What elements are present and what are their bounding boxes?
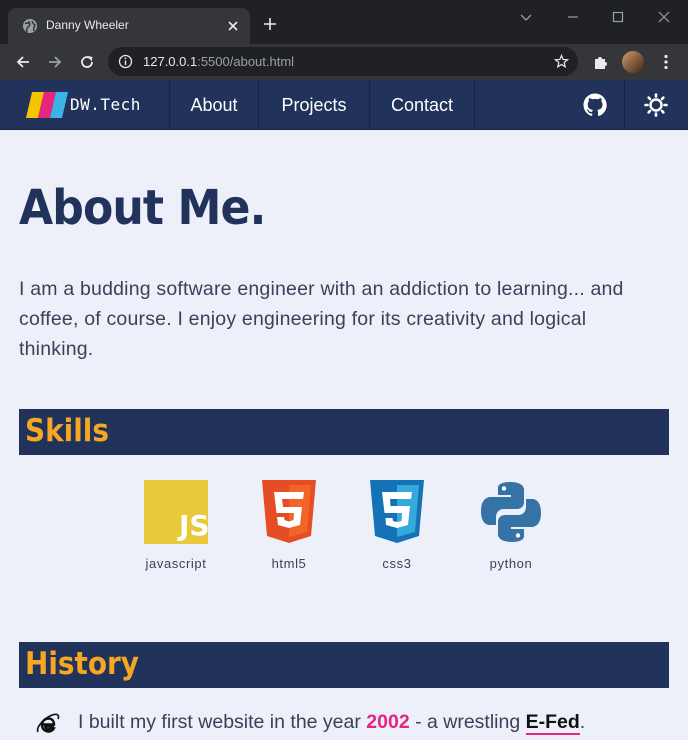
history-text: I built my first website in the year 200… <box>78 711 586 735</box>
skill-css3: css3 <box>342 480 452 580</box>
github-icon <box>583 93 607 117</box>
history-text-before: I built my first website in the year <box>78 711 367 733</box>
nav-link-projects[interactable]: Projects <box>259 80 370 130</box>
skill-label: python <box>489 556 533 571</box>
address-bar[interactable]: 127.0.0.1:5500/about.html <box>108 47 578 76</box>
sun-icon <box>644 93 668 117</box>
history-text-after: . <box>579 711 586 733</box>
html5-icon <box>262 480 316 543</box>
extensions-puzzle-icon[interactable] <box>592 53 610 71</box>
skill-html5: html5 <box>234 480 344 580</box>
python-icon <box>481 482 541 542</box>
browser-toolbar: 127.0.0.1:5500/about.html <box>0 44 688 80</box>
skills-section-header: Skills <box>19 409 669 455</box>
site-nav: DW.Tech About Projects Contact <box>0 80 688 130</box>
css3-icon <box>370 480 424 543</box>
url-text: 127.0.0.1:5500/about.html <box>143 54 294 69</box>
skill-python: python <box>456 480 566 580</box>
brand-name: DW.Tech <box>70 95 141 114</box>
close-icon[interactable] <box>226 19 240 33</box>
plus-icon[interactable] <box>262 16 278 32</box>
more-vertical-icon[interactable] <box>657 53 675 71</box>
svg-text:JS: JS <box>177 509 208 542</box>
internet-explorer-icon <box>36 713 60 733</box>
skill-label: html5 <box>271 556 307 571</box>
theme-toggle-button[interactable] <box>626 80 688 130</box>
browser-titlebar: Danny Wheeler <box>0 0 688 44</box>
brand-link[interactable]: DW.Tech <box>0 80 170 130</box>
chevron-down-icon[interactable] <box>519 10 533 24</box>
skill-label: css3 <box>382 556 412 571</box>
history-text-middle: - a wrestling <box>409 711 526 733</box>
history-heading: History <box>25 646 139 682</box>
javascript-icon: JS <box>144 480 208 544</box>
browser-tab[interactable]: Danny Wheeler <box>8 8 250 44</box>
history-section-header: History <box>19 642 669 688</box>
maximize-icon[interactable] <box>611 10 625 24</box>
minimize-icon[interactable] <box>566 10 580 24</box>
profile-avatar[interactable] <box>622 51 644 73</box>
nav-link-contact[interactable]: Contact <box>370 80 475 130</box>
brand-logo-icon <box>26 92 68 118</box>
nav-link-about[interactable]: About <box>170 80 259 130</box>
skills-heading: Skills <box>25 413 109 449</box>
skill-javascript: JS javascript <box>121 480 231 580</box>
forward-arrow-icon[interactable] <box>46 53 64 71</box>
skill-label: javascript <box>145 556 207 571</box>
url-path: :5500/about.html <box>197 54 295 69</box>
github-button[interactable] <box>565 80 625 130</box>
star-icon[interactable] <box>554 54 569 69</box>
info-icon[interactable] <box>118 54 133 69</box>
tab-title: Danny Wheeler <box>46 18 129 32</box>
page-title: About Me. <box>19 180 266 236</box>
history-year: 2002 <box>366 711 410 733</box>
globe-icon <box>23 19 37 33</box>
intro-paragraph: I am a budding software engineer with an… <box>19 278 624 360</box>
efed-link[interactable]: E-Fed <box>525 711 580 735</box>
url-host: 127.0.0.1 <box>143 54 198 69</box>
reload-icon[interactable] <box>78 53 96 71</box>
window-close-icon[interactable] <box>657 10 671 24</box>
back-arrow-icon[interactable] <box>14 53 32 71</box>
